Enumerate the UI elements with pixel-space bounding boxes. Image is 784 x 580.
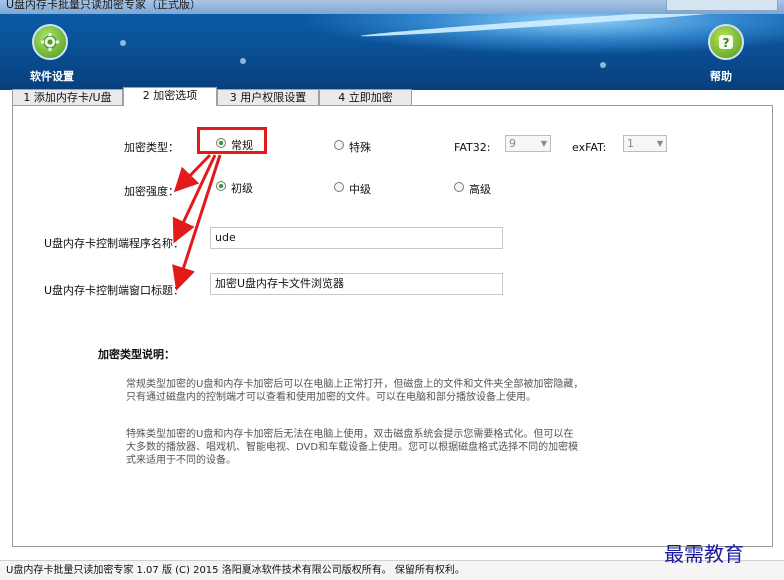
- question-icon: ?: [719, 35, 733, 50]
- program-name-label: U盘内存卡控制端程序名称：: [44, 237, 185, 250]
- description-text: 式来适用于不同的设备。: [126, 455, 236, 466]
- settings-button[interactable]: [32, 24, 68, 60]
- window-title-input[interactable]: 加密U盘内存卡文件浏览器: [210, 273, 503, 295]
- description-title: 加密类型说明：: [98, 348, 175, 361]
- help-label[interactable]: 帮助: [710, 68, 732, 84]
- svg-text:?: ?: [723, 36, 730, 50]
- chevron-down-icon: ▼: [656, 139, 663, 148]
- description-text: 只有通过磁盘内的控制端才可以查看和使用加密的文件。可以在电脑和部分播放设备上使用…: [126, 392, 536, 403]
- description-text: 大多数的播放器、唱戏机、智能电视、DVD和车载设备上使用。您可以根据磁盘格式选择…: [126, 442, 579, 453]
- chevron-down-icon: ▼: [540, 139, 547, 148]
- watermark-text: 最需教育: [664, 542, 744, 566]
- options-panel: [12, 105, 773, 547]
- tab-add-card[interactable]: 1 添加内存卡/U盘: [12, 89, 123, 105]
- radio-strength-medium[interactable]: 中级: [334, 181, 371, 197]
- header-glow-dot: [600, 62, 606, 68]
- title-bar: U盘内存卡批量只读加密专家（正式版）: [0, 0, 784, 14]
- window-title: U盘内存卡批量只读加密专家（正式版）: [6, 0, 202, 11]
- red-highlight-box: [197, 127, 267, 154]
- help-button[interactable]: ?: [708, 24, 744, 60]
- radio-type-special[interactable]: 特殊: [334, 139, 371, 155]
- tab-label: 4 立即加密: [338, 91, 393, 104]
- settings-label[interactable]: 软件设置: [30, 68, 74, 84]
- tab-label: 3 用户权限设置: [229, 91, 307, 104]
- header-glow-dot: [240, 58, 246, 64]
- exfat-select[interactable]: 1 ▼: [623, 135, 667, 152]
- window-title-label: U盘内存卡控制端窗口标题：: [44, 284, 185, 297]
- strength-label: 加密强度：: [124, 185, 179, 198]
- app-header: U盘内存卡批量只读加密专家（正式版） 软件设置 ? 帮助: [0, 0, 784, 90]
- tab-label: 1 添加内存卡/U盘: [23, 91, 112, 104]
- radio-strength-high[interactable]: 高级: [454, 181, 491, 197]
- fat32-value: 9: [509, 137, 516, 150]
- description-text: 常规类型加密的U盘和内存卡加密后可以在电脑上正常打开，但磁盘上的文件和文件夹全部…: [126, 379, 584, 390]
- fat32-label: FAT32:: [454, 141, 491, 154]
- exfat-label: exFAT:: [572, 141, 607, 154]
- window-controls[interactable]: [666, 0, 778, 11]
- tab-encrypt-now[interactable]: 4 立即加密: [319, 89, 412, 105]
- encrypt-type-label: 加密类型：: [124, 141, 179, 154]
- tab-encrypt-options[interactable]: 2 加密选项: [123, 87, 217, 106]
- tab-user-permissions[interactable]: 3 用户权限设置: [217, 89, 319, 105]
- tab-label: 2 加密选项: [142, 89, 198, 102]
- program-name-input[interactable]: ude: [210, 227, 503, 249]
- radio-strength-basic[interactable]: 初级: [216, 180, 253, 196]
- description-text: 特殊类型加密的U盘和内存卡加密后无法在电脑上使用，双击磁盘系统会提示您需要格式化…: [126, 429, 574, 440]
- exfat-value: 1: [627, 137, 634, 150]
- gear-icon: [41, 33, 59, 51]
- header-glow-dot: [120, 40, 126, 46]
- copyright-text: U盘内存卡批量只读加密专家 1.07 版 (C) 2015 洛阳夏冰软件技术有限…: [6, 565, 465, 576]
- fat32-select[interactable]: 9 ▼: [505, 135, 551, 152]
